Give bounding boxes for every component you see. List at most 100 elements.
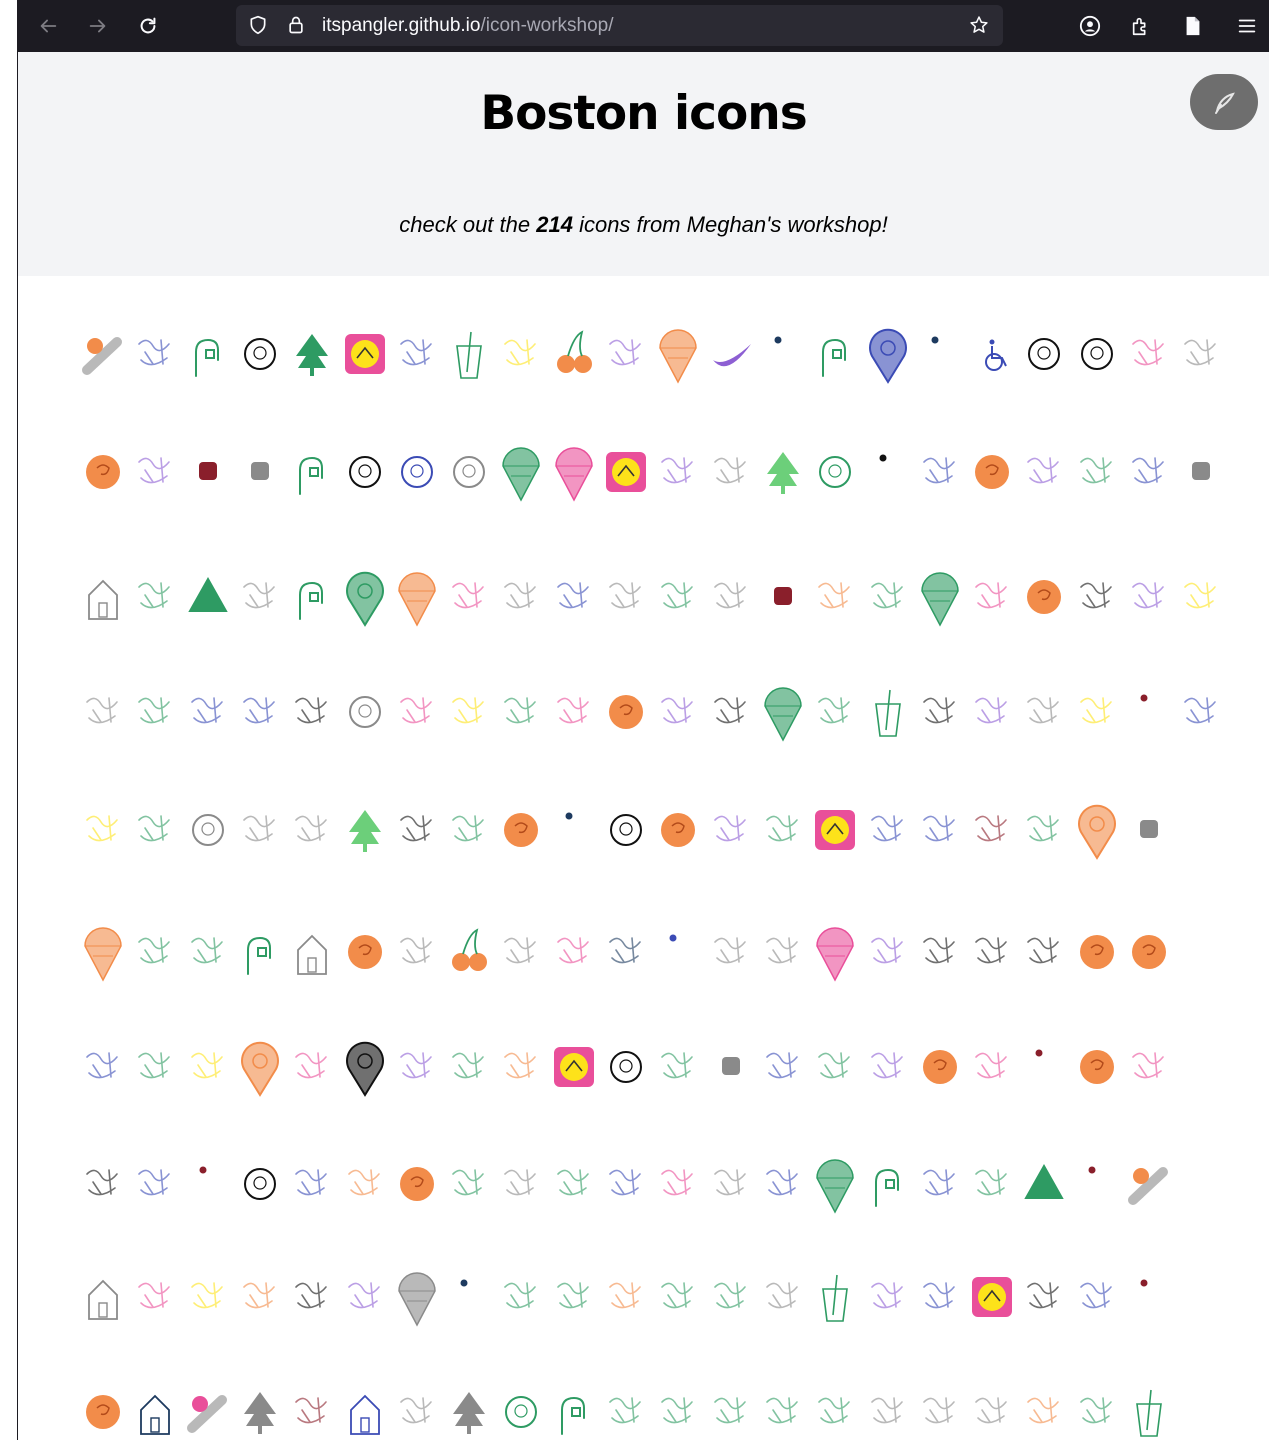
workshop-icon-sketch-icon[interactable] bbox=[813, 1382, 857, 1440]
reload-icon[interactable] bbox=[130, 8, 166, 44]
workshop-icon-sketch-icon[interactable] bbox=[186, 1267, 230, 1327]
workshop-icon-sketch-icon[interactable] bbox=[290, 1267, 334, 1327]
workshop-icon-pin-icon[interactable] bbox=[343, 1037, 387, 1097]
workshop-icon-dot-icon[interactable] bbox=[656, 922, 700, 982]
workshop-icon-cone-icon[interactable] bbox=[395, 567, 439, 627]
workshop-icon-tree-icon[interactable] bbox=[290, 324, 334, 384]
workshop-icon-sketch-icon[interactable] bbox=[133, 1154, 177, 1214]
workshop-icon-circle-icon[interactable] bbox=[343, 922, 387, 982]
address-bar[interactable]: itspangler.github.io/icon-workshop/ bbox=[236, 5, 1003, 46]
workshop-icon-sketch-icon[interactable] bbox=[970, 922, 1014, 982]
workshop-icon-cup-icon[interactable] bbox=[447, 324, 491, 384]
workshop-icon-hook-icon[interactable] bbox=[552, 1382, 596, 1440]
workshop-icon-dot-icon[interactable] bbox=[1127, 1267, 1171, 1327]
workshop-icon-ring-icon[interactable] bbox=[238, 1154, 282, 1214]
workshop-icon-sketch-icon[interactable] bbox=[447, 800, 491, 860]
account-icon[interactable] bbox=[1072, 8, 1108, 44]
workshop-icon-sketch-icon[interactable] bbox=[656, 442, 700, 502]
workshop-icon-sketch-icon[interactable] bbox=[1022, 1382, 1066, 1440]
workshop-icon-hook-icon[interactable] bbox=[290, 442, 334, 502]
workshop-icon-sketch-icon[interactable] bbox=[970, 1154, 1014, 1214]
workshop-icon-house-icon[interactable] bbox=[343, 1382, 387, 1440]
workshop-icon-sketch-icon[interactable] bbox=[133, 682, 177, 742]
workshop-icon-magenta-icon[interactable] bbox=[552, 1037, 596, 1097]
workshop-icon-sketch-icon[interactable] bbox=[186, 922, 230, 982]
workshop-icon-hook-icon[interactable] bbox=[866, 1154, 910, 1214]
workshop-icon-square-icon[interactable] bbox=[1127, 800, 1171, 860]
workshop-icon-ring-icon[interactable] bbox=[499, 1382, 543, 1440]
workshop-icon-sketch-icon[interactable] bbox=[970, 682, 1014, 742]
workshop-icon-dot-icon[interactable] bbox=[866, 442, 910, 502]
workshop-icon-sketch-icon[interactable] bbox=[970, 1382, 1014, 1440]
workshop-icon-sketch-icon[interactable] bbox=[761, 800, 805, 860]
workshop-icon-ring-icon[interactable] bbox=[343, 442, 387, 502]
workshop-icon-cherries-icon[interactable] bbox=[447, 922, 491, 982]
workshop-icon-sketch-icon[interactable] bbox=[133, 567, 177, 627]
workshop-icon-sketch-icon[interactable] bbox=[866, 800, 910, 860]
workshop-icon-sketch-icon[interactable] bbox=[813, 567, 857, 627]
workshop-icon-sketch-icon[interactable] bbox=[186, 1037, 230, 1097]
workshop-icon-magenta-icon[interactable] bbox=[343, 324, 387, 384]
workshop-icon-cone-icon[interactable] bbox=[552, 442, 596, 502]
workshop-icon-sketch-icon[interactable] bbox=[499, 567, 543, 627]
workshop-icon-sketch-icon[interactable] bbox=[447, 1037, 491, 1097]
workshop-icon-sketch-icon[interactable] bbox=[656, 1382, 700, 1440]
workshop-icon-sketch-icon[interactable] bbox=[290, 1154, 334, 1214]
workshop-icon-cone-icon[interactable] bbox=[656, 324, 700, 384]
workshop-icon-tree-icon[interactable] bbox=[447, 1382, 491, 1440]
workshop-icon-house-icon[interactable] bbox=[81, 1267, 125, 1327]
workshop-icon-sketch-icon[interactable] bbox=[1179, 567, 1223, 627]
workshop-icon-sketch-icon[interactable] bbox=[81, 682, 125, 742]
menu-icon[interactable] bbox=[1229, 8, 1265, 44]
workshop-icon-sketch-icon[interactable] bbox=[499, 1037, 543, 1097]
workshop-icon-tree-icon[interactable] bbox=[761, 442, 805, 502]
workshop-icon-ring-icon[interactable] bbox=[1022, 324, 1066, 384]
workshop-icon-sketch-icon[interactable] bbox=[656, 682, 700, 742]
workshop-icon-cup-icon[interactable] bbox=[813, 1267, 857, 1327]
workshop-icon-sketch-icon[interactable] bbox=[290, 1037, 334, 1097]
workshop-icon-dot-icon[interactable] bbox=[1127, 682, 1171, 742]
workshop-icon-sketch-icon[interactable] bbox=[238, 682, 282, 742]
workshop-icon-hook-icon[interactable] bbox=[238, 922, 282, 982]
workshop-icon-sketch-icon[interactable] bbox=[81, 1154, 125, 1214]
workshop-icon-hook-icon[interactable] bbox=[186, 324, 230, 384]
workshop-icon-circle-icon[interactable] bbox=[81, 442, 125, 502]
workshop-icon-sketch-icon[interactable] bbox=[866, 567, 910, 627]
workshop-icon-circle-icon[interactable] bbox=[1127, 922, 1171, 982]
workshop-icon-sketch-icon[interactable] bbox=[813, 1037, 857, 1097]
workshop-icon-circle-icon[interactable] bbox=[1075, 922, 1119, 982]
workshop-icon-sketch-icon[interactable] bbox=[918, 922, 962, 982]
workshop-icon-circle-icon[interactable] bbox=[604, 682, 648, 742]
workshop-icon-sketch-icon[interactable] bbox=[499, 682, 543, 742]
workshop-icon-sketch-icon[interactable] bbox=[709, 922, 753, 982]
workshop-icon-sketch-icon[interactable] bbox=[133, 442, 177, 502]
workshop-icon-square-icon[interactable] bbox=[238, 442, 282, 502]
star-icon[interactable] bbox=[969, 15, 989, 35]
workshop-icon-hook-icon[interactable] bbox=[290, 567, 334, 627]
workshop-icon-sketch-icon[interactable] bbox=[447, 1154, 491, 1214]
workshop-icon-cone-icon[interactable] bbox=[81, 922, 125, 982]
workshop-icon-sketch-icon[interactable] bbox=[918, 1154, 962, 1214]
workshop-icon-hook-icon[interactable] bbox=[813, 324, 857, 384]
workshop-icon-sketch-icon[interactable] bbox=[552, 1154, 596, 1214]
workshop-icon-pin-icon[interactable] bbox=[866, 324, 910, 384]
workshop-icon-sketch-icon[interactable] bbox=[761, 1037, 805, 1097]
workshop-icon-sketch-icon[interactable] bbox=[238, 800, 282, 860]
workshop-icon-sketch-icon[interactable] bbox=[761, 922, 805, 982]
workshop-icon-ring-icon[interactable] bbox=[813, 442, 857, 502]
workshop-icon-sketch-icon[interactable] bbox=[1075, 1267, 1119, 1327]
workshop-icon-sketch-icon[interactable] bbox=[1127, 1037, 1171, 1097]
workshop-icon-ring-icon[interactable] bbox=[186, 800, 230, 860]
lock-icon[interactable] bbox=[286, 15, 306, 35]
workshop-icon-tree-icon[interactable] bbox=[343, 800, 387, 860]
workshop-icon-sketch-icon[interactable] bbox=[133, 922, 177, 982]
workshop-icon-sketch-icon[interactable] bbox=[343, 1267, 387, 1327]
workshop-icon-circle-icon[interactable] bbox=[656, 800, 700, 860]
workshop-icon-sketch-icon[interactable] bbox=[1022, 922, 1066, 982]
workshop-icon-cup-icon[interactable] bbox=[866, 682, 910, 742]
workshop-icon-sketch-icon[interactable] bbox=[918, 800, 962, 860]
workshop-icon-sketch-icon[interactable] bbox=[1127, 567, 1171, 627]
workshop-icon-cone-icon[interactable] bbox=[918, 567, 962, 627]
workshop-icon-sketch-icon[interactable] bbox=[1127, 442, 1171, 502]
workshop-icon-sketch-icon[interactable] bbox=[604, 567, 648, 627]
